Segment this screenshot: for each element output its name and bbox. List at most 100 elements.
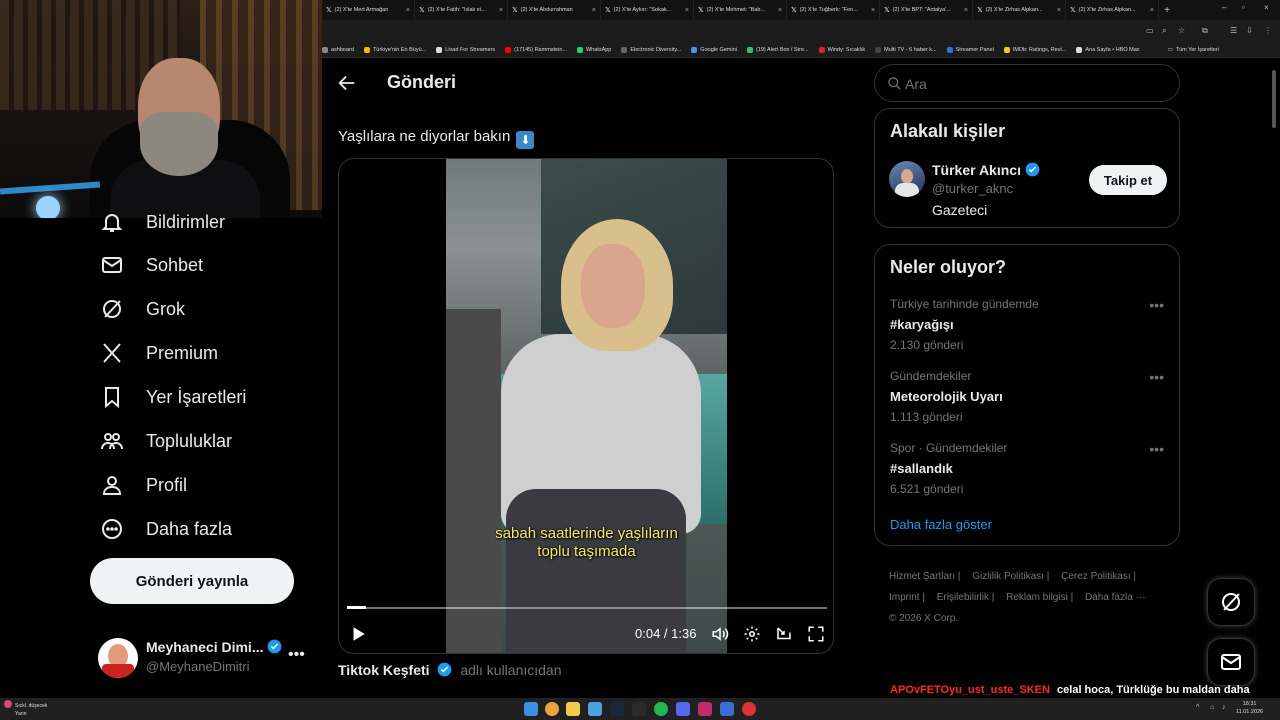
bookmark-item[interactable]: Google Gemini [691,46,737,53]
close-icon[interactable]: × [778,7,782,14]
show-more-link[interactable]: Daha fazla göster [890,517,992,532]
footer-link[interactable]: Reklam bilgisi | [1006,592,1073,603]
footer-link[interactable]: Daha fazla ··· [1085,592,1146,603]
close-icon[interactable]: × [406,7,410,14]
close-icon[interactable]: × [499,7,503,14]
close-icon[interactable]: × [592,7,596,14]
all-bookmarks-button[interactable]: ▭ Tüm Yer İşaretleri [1168,47,1219,53]
bookmark-item[interactable]: Livad For Streamers [436,46,495,53]
menu-icon[interactable]: ⋮ [1264,26,1272,35]
nav-item-premium[interactable]: Premium [98,333,218,373]
browser-tab[interactable]: 𝕏 (2) X'te Zirhas Alpkan... × [1066,0,1159,20]
windows-start-icon[interactable] [524,702,538,716]
mini-player-button[interactable] [775,625,793,643]
nav-item-communities[interactable]: Topluluklar [98,421,232,461]
nav-item-more[interactable]: Daha fazla [98,509,232,549]
footer-link[interactable]: Imprint | [889,592,925,603]
download-icon[interactable]: ⇩ [1246,26,1253,35]
settings-button[interactable] [743,625,761,643]
browser-tab[interactable]: 𝕏 (2) X'te Abdurrahman × [508,0,601,20]
close-icon[interactable]: × [964,7,968,14]
minimize-icon[interactable]: – [1222,3,1226,12]
close-icon[interactable]: × [871,7,875,14]
new-tab-button[interactable]: + [1159,5,1175,16]
nav-item-grok[interactable]: Grok [98,289,185,329]
post-button[interactable]: Gönderi yayınla [90,558,294,604]
more-horizontal-icon[interactable]: ••• [288,646,305,664]
nav-item-bookmarks[interactable]: Yer İşaretleri [98,377,246,417]
bookmark-item[interactable]: Ana Sayfa • HBO Max [1076,46,1140,53]
more-horizontal-icon[interactable]: ••• [1149,441,1164,457]
folder-icon[interactable] [566,702,580,716]
stream-app-icon[interactable] [698,702,712,716]
play-button[interactable] [349,625,367,643]
bookmark-item[interactable]: ashboard [322,46,354,53]
nav-item-chat[interactable]: Sohbet [98,245,203,285]
video-player[interactable]: sabah saatlerinde yaşlıların toplu taşım… [338,158,834,654]
app-icon[interactable] [632,702,646,716]
video-progress-track[interactable] [347,607,827,609]
bookmark-item[interactable]: Windy: Sıcaklık [818,46,865,53]
browser-tab[interactable]: 𝕏 (2) X'te Mert Armağan × [322,0,415,20]
star-icon[interactable]: ☆ [1178,26,1185,35]
chrome-icon[interactable] [545,702,559,716]
grok-button[interactable] [1207,578,1255,626]
browser-tab[interactable]: 𝕏 (2) X'te Zirhas Alpkan... × [973,0,1066,20]
reading-list-icon[interactable]: ☰ [1230,26,1237,35]
extensions-icon[interactable]: ⧉ [1202,26,1208,36]
discord-icon[interactable] [676,702,690,716]
browser-tab[interactable]: 𝕏 (2) X'te Aykırı: "Sokak... × [601,0,694,20]
bookmark-item[interactable]: (17145) Rammstein... [505,46,567,53]
close-icon[interactable]: × [1150,7,1154,14]
more-horizontal-icon[interactable]: ••• [1149,369,1164,385]
app-icon[interactable] [742,702,756,716]
zoom-icon[interactable]: ⌕ [1162,26,1166,36]
search-input[interactable] [905,73,1165,95]
bookmark-item[interactable]: Electronic Diversity... [621,46,681,53]
app-icon[interactable] [720,702,734,716]
browser-tab[interactable]: 𝕏 (2) X'te BPT: "Antalya'... × [880,0,973,20]
search-box[interactable] [874,64,1180,102]
close-window-icon[interactable]: × [1264,3,1269,12]
browser-tab[interactable]: 𝕏 (2) X'te Tuğberk: "Fen... × [787,0,880,20]
messages-button[interactable] [1207,638,1255,686]
footer-link[interactable]: Erişilebilirlik | [937,592,995,603]
nav-item-profile[interactable]: Profil [98,465,187,505]
steam-icon[interactable] [610,702,624,716]
bookmark-item[interactable]: Türkiye'nin En Büyü... [363,46,426,53]
trend-item[interactable]: Spor · Gündemdekiler #sallandık 6.521 gö… [890,441,1170,496]
close-icon[interactable]: × [1057,7,1061,14]
cast-icon[interactable]: ▭ [1146,26,1154,35]
person-name-row[interactable]: Türker Akıncı [932,162,1040,178]
speaker-icon[interactable]: ♪ [1222,704,1226,711]
weather-widget[interactable]: Sıckl. düşecek Yarın [4,700,47,718]
bookmark-item[interactable]: (19) Alert Box / Stre... [746,46,809,53]
bookmark-item[interactable]: WhatsApp [576,46,611,53]
video-source[interactable]: Tiktok Keşfeti adlı kullanıcıdan [338,662,562,678]
close-icon[interactable]: × [685,7,689,14]
volume-button[interactable] [711,625,729,643]
tray-chevron-icon[interactable]: ^ [1196,704,1199,711]
footer-link[interactable]: Çerez Politikası | [1061,571,1136,582]
trend-item[interactable]: Gündemdekiler Meteorolojik Uyarı 1.113 g… [890,369,1170,424]
app-icon[interactable] [588,702,602,716]
clock[interactable]: 18:31 11.01.2026 [1236,700,1263,716]
browser-tab[interactable]: 𝕏 (2) X'te Fatih: "Islak ei... × [415,0,508,20]
more-horizontal-icon[interactable]: ••• [1149,297,1164,313]
trend-item[interactable]: Türkiye tarihinde gündemde #karyağışı 2.… [890,297,1170,352]
footer-link[interactable]: Hizmet Şartları | [889,571,961,582]
avatar[interactable] [889,161,925,197]
spotify-icon[interactable] [654,702,668,716]
bookmark-item[interactable]: IMDb: Ratings, Revi... [1003,46,1066,53]
nav-item-notifications[interactable]: Bildirimler [98,202,225,242]
maximize-icon[interactable]: ▫ [1242,3,1245,12]
scrollbar[interactable] [1272,70,1276,128]
browser-tab[interactable]: 𝕏 (2) X'te Mehmet: "Bab... × [694,0,787,20]
footer-link[interactable]: Gizlilik Politikası | [972,571,1049,582]
bookmark-item[interactable]: Multi TV - 6 haber k... [875,46,937,53]
back-button[interactable] [336,72,358,94]
bookmark-item[interactable]: Streamer Panel [946,46,994,53]
account-switcher[interactable]: Meyhaneci Dimi... @MeyhaneDimitri ••• [98,636,313,680]
network-icon[interactable]: ⌂ [1210,704,1214,711]
follow-button[interactable]: Takip et [1089,165,1167,195]
